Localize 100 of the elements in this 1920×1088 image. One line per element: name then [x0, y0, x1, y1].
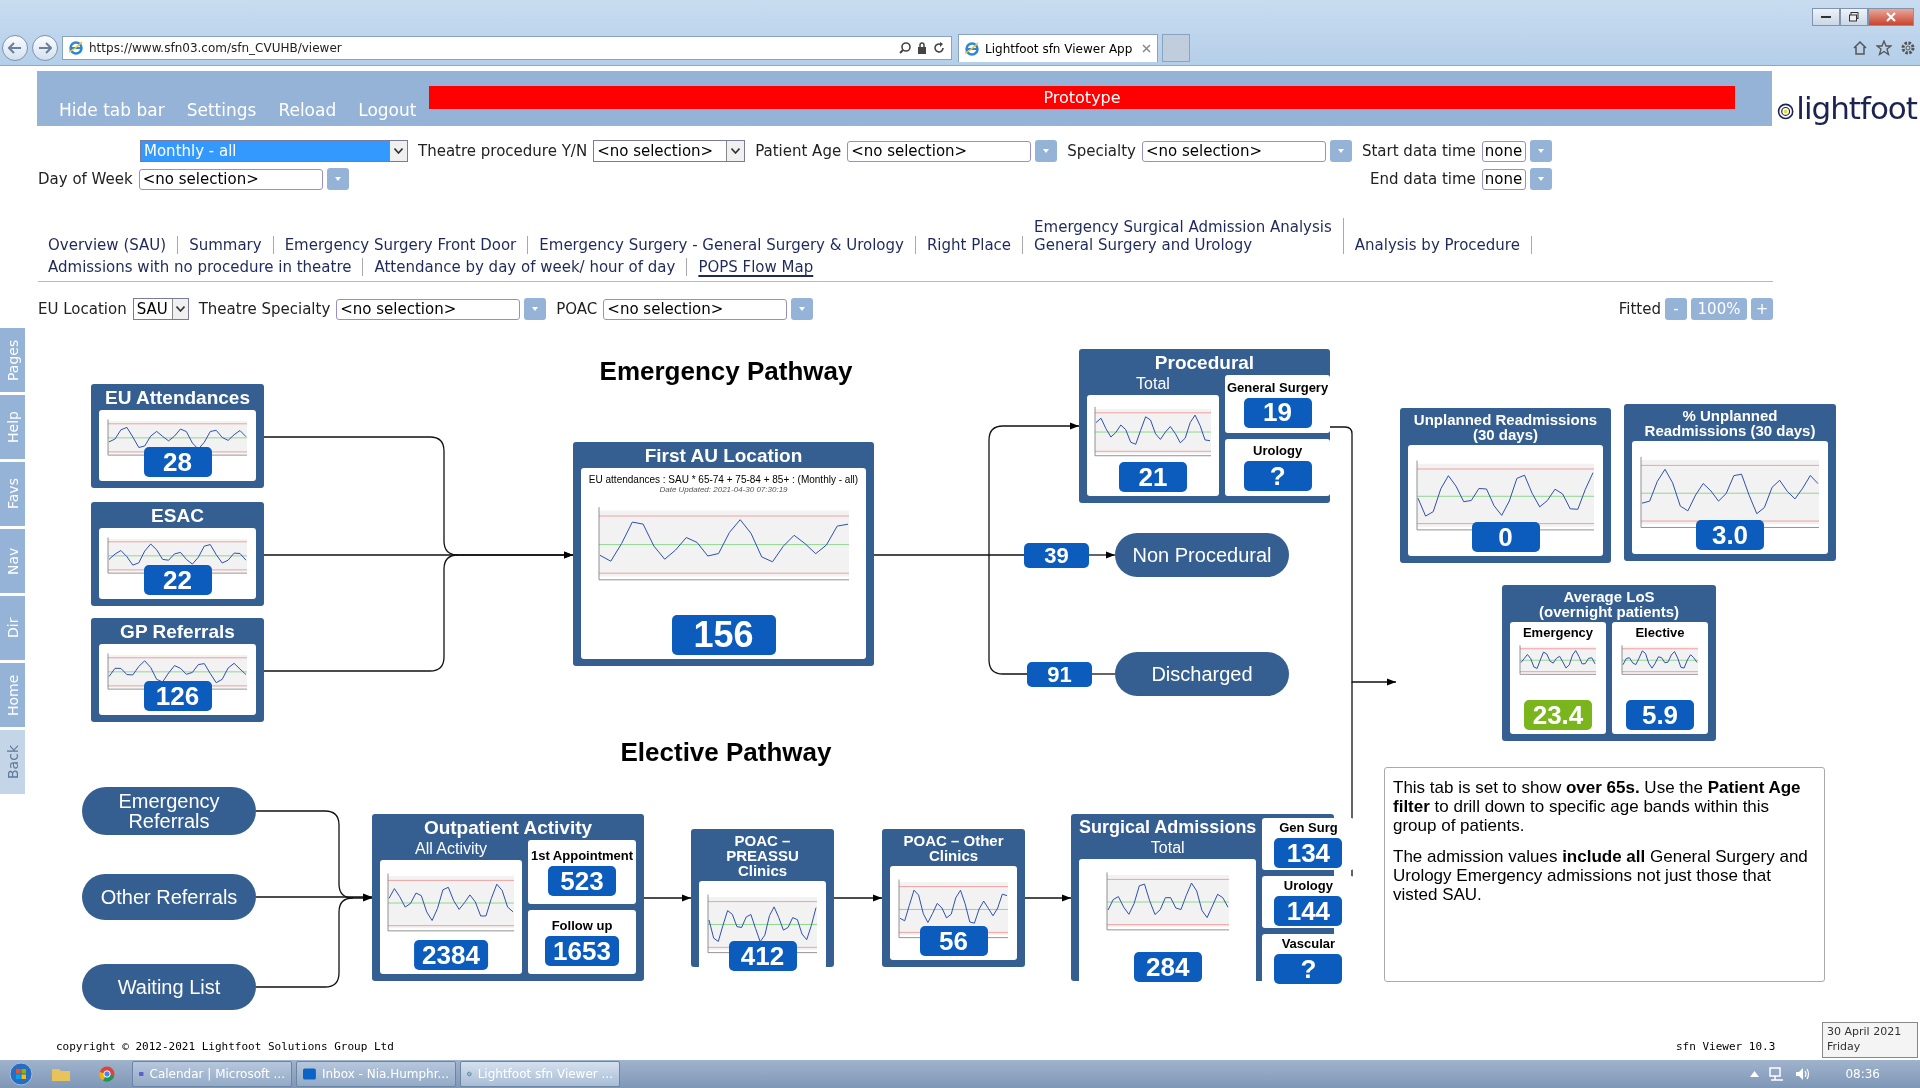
dropdown-button[interactable]	[791, 298, 814, 320]
dropdown[interactable]: <no selection>	[593, 140, 746, 162]
combo-field[interactable]: <no selection>	[603, 298, 788, 320]
restore-button[interactable]	[1840, 8, 1868, 26]
value-badge: ?	[1274, 954, 1343, 984]
left-arrow-icon	[8, 42, 22, 54]
tab[interactable]: Right Place	[915, 236, 1024, 254]
close-button[interactable]	[1868, 8, 1914, 26]
browser-tab[interactable]: Lightfoot sfn Viewer App	[958, 34, 1158, 62]
tab[interactable]: Emergency Surgery - General Surgery & Urology	[528, 236, 916, 254]
filter-label: Specialty	[1067, 142, 1136, 160]
tab[interactable]: Attendance by day of week/ hour of day	[363, 258, 688, 276]
value-badge: 0	[1471, 522, 1540, 552]
dropdown-button[interactable]	[1035, 140, 1058, 162]
dropdown-arrow-icon	[334, 177, 341, 181]
dropdown[interactable]: SAU	[132, 298, 189, 320]
app-icon	[303, 1067, 316, 1081]
network-icon[interactable]	[1769, 1067, 1786, 1081]
logo-text: lightfoot	[1796, 90, 1917, 126]
card-title: Unplanned Readmissions (30 days)	[1412, 412, 1599, 442]
combo-field[interactable]: none	[1481, 140, 1526, 162]
dropdown-button[interactable]	[1529, 140, 1552, 162]
browser-logo-icon	[965, 41, 979, 56]
tooltip-date: 30 April 2021	[1827, 1024, 1903, 1039]
panel-label: Total	[1135, 375, 1171, 393]
url-text: https://www.sfn03.com/sfn_CVUHB/viewer	[89, 41, 343, 55]
value-badge: 19	[1243, 397, 1312, 428]
stat-label: Elective	[1635, 625, 1685, 640]
speaker-icon[interactable]	[1795, 1067, 1812, 1081]
tab[interactable]: POPS Flow Map	[687, 258, 825, 276]
value-badge: 28	[143, 447, 212, 477]
card-title: GP Referrals	[119, 622, 236, 641]
chart-title: EU attendances : SAU * 65-74 + 75-84 + 85+ : (Monthly - all)	[588, 474, 859, 485]
connector-arrow	[1023, 894, 1072, 902]
outcome-node: Discharged	[1115, 652, 1289, 696]
tab[interactable]: Overview (SAU)	[38, 236, 179, 254]
outcome-node: Non Procedural	[1115, 533, 1289, 577]
note-paragraph: This tab is set to show over 65s. Use the Patient Age filter to drill down to specific age bands within this group of patients.	[1393, 778, 1802, 835]
connector-arrow	[1088, 551, 1116, 559]
dropdown-arrow-icon	[1043, 149, 1050, 153]
dropdown-button[interactable]	[1329, 140, 1352, 162]
star-icon[interactable]	[1876, 40, 1892, 56]
forward-button[interactable]	[32, 35, 58, 61]
right-arrow-icon	[38, 42, 52, 54]
connector-arrow	[643, 894, 692, 902]
filter-label: End data time	[1370, 170, 1476, 188]
combo-field[interactable]: <no selection>	[336, 298, 521, 320]
value-badge: 5.9	[1626, 700, 1694, 730]
copyright-text: copyright © 2012-2021 Lightfoot Solutions Group Ltd	[56, 1040, 394, 1055]
dropdown-arrow-icon	[1537, 149, 1544, 153]
value-badge: 3.0	[1696, 520, 1764, 550]
combo-field[interactable]: <no selection>	[138, 168, 323, 190]
close-icon	[1886, 12, 1896, 22]
tab[interactable]: Emergency Surgery Front Door	[273, 236, 529, 254]
back-button[interactable]	[2, 35, 28, 61]
tab[interactable]: Admissions with no procedure in theatre	[38, 258, 364, 276]
value-badge: 144	[1274, 896, 1343, 926]
version-text: sfn Viewer 10.3	[1676, 1040, 1776, 1053]
address-bar[interactable]: https://www.sfn03.com/sfn_CVUHB/viewer	[62, 36, 952, 60]
filter-label: Start data time	[1361, 142, 1476, 160]
clock-text: 08:36	[1845, 1067, 1880, 1081]
settings-icon[interactable]	[1900, 40, 1916, 56]
dropdown-button[interactable]	[1529, 168, 1552, 190]
stat-label: Urology	[1253, 443, 1303, 459]
card-title: Outpatient Activity	[422, 818, 594, 837]
minimize-icon	[1821, 15, 1831, 19]
restore-icon	[1849, 12, 1859, 22]
tab[interactable]: Analysis by Procedure	[1343, 236, 1532, 254]
close-icon[interactable]	[1142, 44, 1151, 53]
filter-label: POAC	[556, 300, 598, 318]
source-node: Waiting List	[82, 964, 256, 1010]
combo-field[interactable]: <no selection>	[1141, 140, 1326, 162]
tab[interactable]: Emergency Surgical Admission Analysis General Surgery and Urology	[1023, 218, 1344, 254]
prototype-banner: Prototype	[429, 86, 1735, 109]
chart-subtitle: Date Updated: 2021-04-30 07:30:19	[659, 485, 788, 494]
card-title: First AU Location	[643, 446, 804, 465]
source-node: Other Referrals	[82, 874, 256, 920]
refresh-icon[interactable]	[933, 42, 945, 54]
combo-field[interactable]: <no selection>	[847, 140, 1032, 162]
value-badge: 56	[919, 926, 988, 956]
dropdown-button[interactable]	[524, 298, 547, 320]
card-title: % Unplanned Readmissions (30 days)	[1643, 408, 1817, 438]
start-button[interactable]	[6, 1061, 36, 1087]
card-title: POAC – PREASSU Clinics	[725, 833, 800, 878]
caret-up-icon[interactable]	[1750, 1071, 1760, 1077]
card-title: ESAC	[150, 506, 205, 525]
browser-logo-icon	[69, 41, 83, 55]
combo-field[interactable]: none	[1481, 168, 1526, 190]
value-badge: 23.4	[1524, 700, 1592, 730]
new-tab-button[interactable]	[1162, 34, 1190, 62]
zoom-label: Fitted	[1618, 300, 1661, 318]
home-icon[interactable]	[1852, 40, 1868, 56]
dropdown-button[interactable]	[326, 168, 349, 190]
tab[interactable]: Summary	[178, 236, 274, 254]
stat-label: Gen Surg	[1279, 820, 1338, 835]
value-badge: 22	[143, 565, 212, 595]
filter-label: Day of Week	[38, 170, 133, 188]
search-icon[interactable]	[899, 42, 911, 54]
connector-arrow	[833, 894, 883, 902]
minimize-button[interactable]	[1812, 8, 1840, 26]
